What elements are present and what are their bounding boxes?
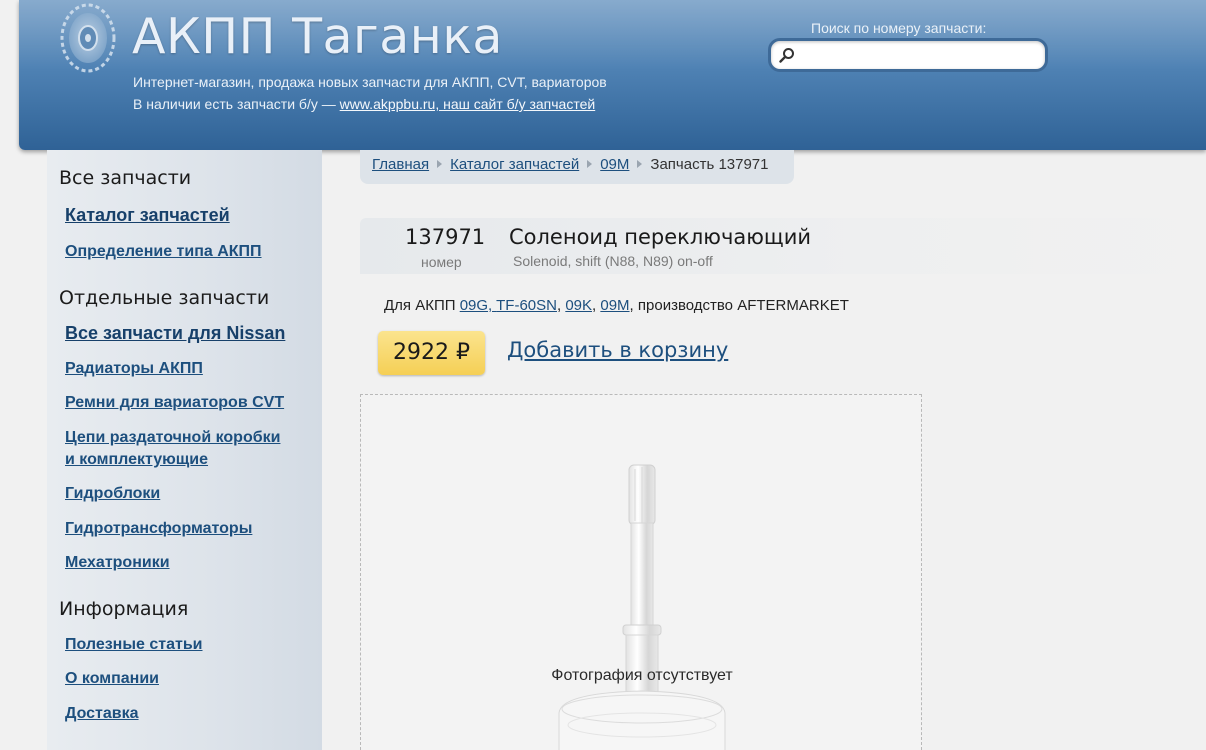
sidebar-item-articles[interactable]: Полезные статьи [65, 634, 203, 656]
solenoid-placeholder-image [558, 464, 726, 750]
breadcrumb-09m[interactable]: 09M [600, 156, 629, 173]
sidebar-item-transfer-chains[interactable]: Цепи раздаточной коробки [65, 427, 280, 449]
breadcrumb-home[interactable]: Главная [372, 156, 429, 173]
price-badge: 2922 ₽ [378, 331, 485, 375]
transmission-link-09m[interactable]: 09M [600, 297, 629, 314]
part-number-label: номер [421, 254, 462, 270]
breadcrumb-current: Запчасть 137971 [650, 156, 769, 173]
part-name: Соленоид переключающий [509, 225, 811, 249]
compatible-prefix: Для АКПП [384, 297, 460, 314]
sidebar-item-valve-bodies[interactable]: Гидроблоки [65, 483, 160, 505]
breadcrumb-catalog[interactable]: Каталог запчастей [450, 156, 579, 173]
sidebar-item-mechatronics[interactable]: Мехатроники [65, 552, 170, 574]
search-box[interactable] [768, 38, 1048, 72]
site-tagline: Интернет-магазин, продажа новых запчасти… [133, 71, 607, 115]
breadcrumb-separator-icon [587, 160, 593, 168]
part-english-name: Solenoid, shift (N88, N89) on-off [513, 253, 713, 269]
breadcrumb-separator-icon [637, 160, 643, 168]
tagline-line-2: В наличии есть запчасти б/у — www.akppbu… [133, 93, 607, 115]
sidebar-heading-separate-parts: Отдельные запчасти [59, 287, 270, 309]
part-header: 137971 номер Соленоид переключающий Sole… [360, 218, 1206, 274]
search-label: Поиск по номеру запчасти: [811, 20, 987, 36]
gear-logo-icon [60, 3, 116, 73]
search-input[interactable] [801, 45, 1037, 67]
sidebar-heading-all-parts: Все запчасти [59, 167, 192, 189]
tagline-prefix: В наличии есть запчасти б/у — [133, 96, 340, 112]
sidebar-item-nissan-parts[interactable]: Все запчасти для Nissan [65, 322, 285, 344]
sidebar-item-transfer-chains-components[interactable]: и комплектующие [65, 449, 208, 471]
part-number: 137971 [405, 225, 486, 249]
used-parts-site-link[interactable]: www.akppbu.ru, наш сайт б/у запчастей [340, 96, 596, 112]
transmission-link-09g[interactable]: 09G [460, 297, 488, 314]
sidebar-item-about[interactable]: О компании [65, 668, 159, 690]
site-header: АКПП Таганка Интернет-магазин, продажа н… [19, 0, 1206, 150]
compatible-transmissions: Для АКПП 09G, TF-60SN, 09K, 09M, произво… [384, 297, 849, 314]
breadcrumb-separator-icon [437, 160, 443, 168]
transmission-link-tf60sn[interactable]: TF-60SN [496, 297, 557, 314]
transmission-link-09k[interactable]: 09K [565, 297, 592, 314]
sidebar-item-catalog[interactable]: Каталог запчастей [65, 204, 230, 226]
tagline-line-1: Интернет-магазин, продажа новых запчасти… [133, 74, 607, 90]
sidebar-item-transmission-type[interactable]: Определение типа АКПП [65, 241, 262, 263]
sidebar: Все запчасти Каталог запчастей Определен… [47, 150, 322, 750]
sidebar-item-delivery[interactable]: Доставка [65, 703, 139, 725]
photo-missing-caption: Фотография отсутствует [551, 667, 733, 684]
search-icon [779, 48, 794, 63]
sidebar-item-torque-converters[interactable]: Гидротрансформаторы [65, 518, 252, 540]
photo-placeholder: Фотография отсутствует [360, 394, 922, 750]
add-to-cart-link[interactable]: Добавить в корзину [507, 338, 728, 362]
sidebar-item-radiators[interactable]: Радиаторы АКПП [65, 358, 203, 380]
site-logo-title[interactable]: АКПП Таганка [132, 8, 503, 65]
manufacturer-text: , производство AFTERMARKET [629, 297, 849, 314]
sidebar-item-cvt-belts[interactable]: Ремни для вариаторов CVT [65, 392, 284, 414]
breadcrumb: Главная Каталог запчастей 09M Запчасть 1379… [360, 150, 794, 184]
sidebar-heading-information: Информация [59, 598, 189, 620]
transmission-link-sep[interactable]: , [488, 297, 496, 314]
